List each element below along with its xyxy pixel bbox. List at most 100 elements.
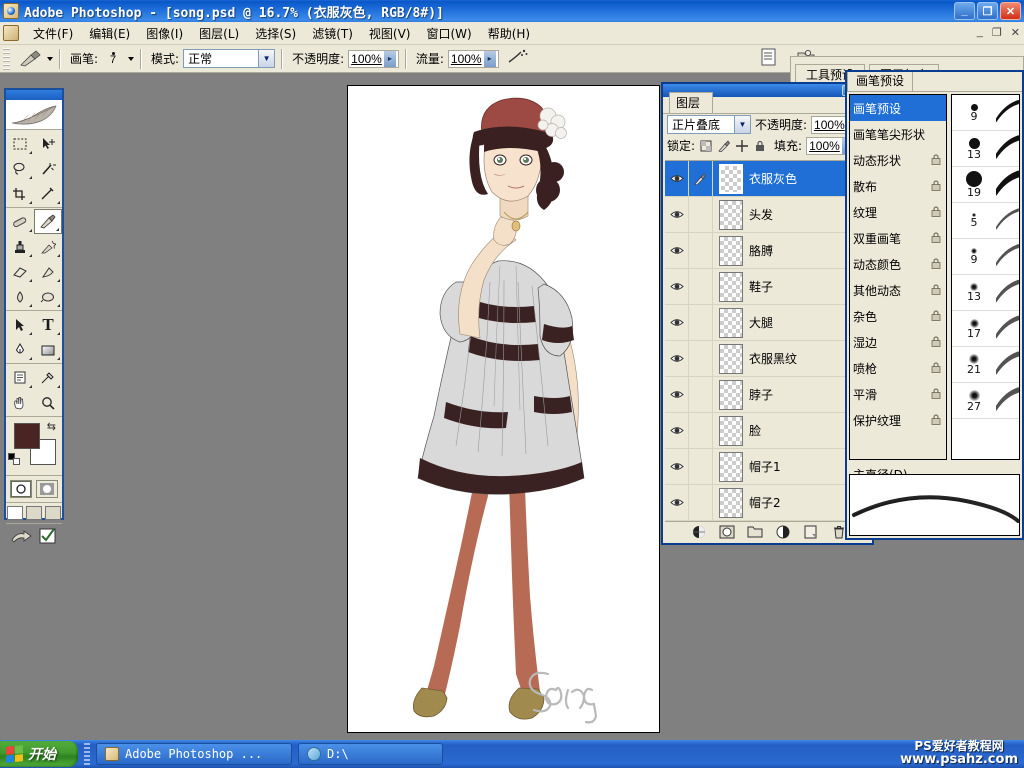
tab-brushes[interactable]: 画笔预设 [847,72,914,91]
close-button[interactable]: ✕ [1000,2,1021,20]
brush-preset-6[interactable]: 13 [952,275,1019,311]
opacity-slider-arrow-icon[interactable]: ▸ [383,50,396,67]
start-button[interactable]: 开始 [0,741,78,767]
history-brush-tool[interactable] [34,234,62,259]
menu-edit[interactable]: 编辑(E) [81,22,138,45]
layer-visibility-toggle[interactable] [665,269,689,304]
toolbox-title-bar[interactable] [6,90,62,100]
layer-row-2[interactable]: 头发 [665,197,872,233]
brush-option-7[interactable]: 动态颜色 [850,251,946,277]
layer-thumbnail[interactable] [719,199,743,230]
layer-thumbnail[interactable] [719,379,743,410]
brush-preset-2[interactable]: 13 [952,131,1019,167]
notes-tool[interactable] [6,365,34,390]
layer-visibility-toggle[interactable] [665,305,689,340]
layer-row-6[interactable]: 衣服黑纹 [665,341,872,377]
menu-file[interactable]: 文件(F) [25,22,81,45]
brush-option-2[interactable]: 画笔笔尖形状 [850,121,946,147]
slice-tool[interactable] [34,181,62,206]
layer-row-5[interactable]: 大腿 [665,305,872,341]
layer-thumbnail[interactable] [719,451,743,482]
brush-preview[interactable]: 7 [102,51,124,66]
padlock-icon[interactable] [930,310,943,322]
layer-thumbnail[interactable] [719,163,743,194]
padlock-icon[interactable] [930,362,943,374]
lock-all-icon[interactable] [753,139,767,153]
brush-option-12[interactable]: 平滑 [850,381,946,407]
menu-help[interactable]: 帮助(H) [480,22,538,45]
tool-preset-arrow[interactable] [47,56,53,61]
layer-active-brush-indicator[interactable] [689,233,713,268]
brush-preset-5[interactable]: 9 [952,239,1019,275]
layer-active-brush-indicator[interactable] [689,269,713,304]
layer-row-10[interactable]: 帽子2 [665,485,872,521]
layer-blend-mode-select[interactable]: 正片叠底 ▼ [667,115,751,134]
brush-preset-4[interactable]: 5 [952,203,1019,239]
padlock-icon[interactable] [930,154,943,166]
tab-layers[interactable]: 图层 [669,92,714,113]
standard-mode-button[interactable] [10,480,32,498]
layer-row-3[interactable]: 胳膊 [665,233,872,269]
layer-thumbnail[interactable] [719,235,743,266]
padlock-icon[interactable] [930,232,943,244]
menu-window[interactable]: 窗口(W) [418,22,479,45]
quickmask-mode-button[interactable] [36,480,58,498]
layer-thumbnail[interactable] [719,271,743,302]
gradient-tool[interactable] [34,259,62,284]
brush-picker-arrow[interactable] [128,56,135,61]
layer-active-brush-indicator[interactable] [689,341,713,376]
lock-transparent-pixels-icon[interactable] [699,139,713,153]
brush-option-8[interactable]: 其他动态 [850,277,946,303]
eraser-tool[interactable] [6,259,34,284]
brush-presets-list[interactable]: 9 13 19 5 9 13 17 21 27 [951,94,1020,460]
path-selection-tool[interactable] [6,312,34,337]
layer-active-brush-indicator[interactable] [689,413,713,448]
taskbar-item-explorer[interactable]: D:\ [298,743,443,765]
eyedropper-tool[interactable] [34,365,62,390]
layer-row-8[interactable]: 脸 [665,413,872,449]
layer-visibility-toggle[interactable] [665,377,689,412]
brush-option-5[interactable]: 纹理 [850,199,946,225]
padlock-icon[interactable] [930,180,943,192]
brush-option-3[interactable]: 动态形状 [850,147,946,173]
minimize-button[interactable]: _ [954,2,975,20]
menu-view[interactable]: 视图(V) [361,22,419,45]
doc-restore-button[interactable]: ❐ [992,26,1002,39]
swap-colors-icon[interactable]: ⇆ [47,420,56,433]
opacity-field[interactable]: 100% ▸ [348,49,399,68]
brush-preset-3[interactable]: 19 [952,167,1019,203]
full-screen-menubar-button[interactable] [26,506,42,520]
layer-style-icon[interactable] [691,524,707,540]
padlock-icon[interactable] [930,414,943,426]
layer-visibility-toggle[interactable] [665,485,689,520]
document-icon[interactable] [3,25,19,41]
layer-active-brush-indicator[interactable] [689,449,713,484]
layer-active-brush-indicator[interactable] [689,197,713,232]
brush-preset-1[interactable]: 9 [952,95,1019,131]
layer-thumbnail[interactable] [719,307,743,338]
layer-list[interactable]: 衣服灰色 头发 胳膊 鞋子 大腿 衣服黑纹 脖子脸帽子1 帽子2 [665,160,872,524]
menu-select[interactable]: 选择(S) [247,22,304,45]
brush-option-6[interactable]: 双重画笔 [850,225,946,251]
crop-tool[interactable] [6,181,34,206]
brush-option-1[interactable]: 画笔预设 [850,95,946,121]
doc-close-button[interactable]: ✕ [1011,26,1020,39]
options-bar-grip[interactable] [3,47,10,70]
flow-field[interactable]: 100% ▸ [447,49,499,68]
layer-row-4[interactable]: 鞋子 [665,269,872,305]
layer-visibility-toggle[interactable] [665,233,689,268]
shape-tool[interactable] [34,337,62,362]
new-layer-icon[interactable] [803,524,819,540]
standard-screen-mode-button[interactable] [7,506,23,520]
layer-active-brush-indicator[interactable] [689,305,713,340]
healing-brush-tool[interactable] [6,209,34,234]
brush-preset-8[interactable]: 21 [952,347,1019,383]
layer-thumbnail[interactable] [719,343,743,374]
lock-position-icon[interactable] [735,139,749,153]
restore-button[interactable]: ❐ [977,2,998,20]
layer-visibility-toggle[interactable] [665,161,689,196]
marquee-tool[interactable] [6,131,34,156]
brush-option-13[interactable]: 保护纹理 [850,407,946,433]
padlock-icon[interactable] [930,388,943,400]
blur-tool[interactable] [6,284,34,309]
